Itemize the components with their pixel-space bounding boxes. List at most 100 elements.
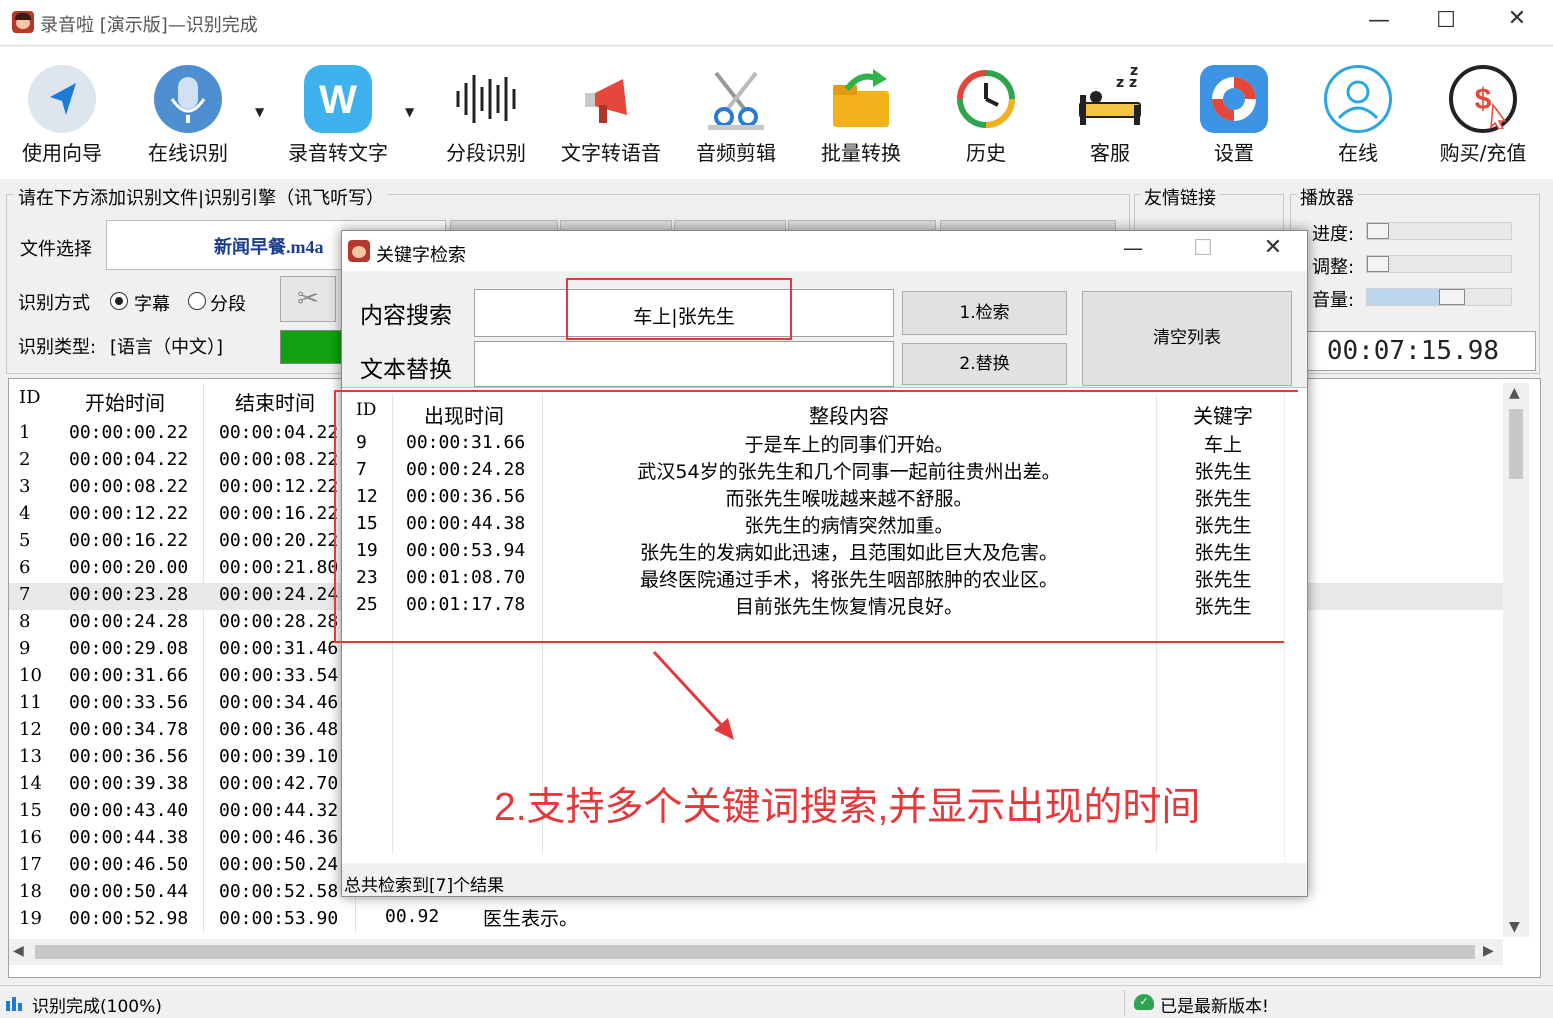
table-row[interactable]: 19 00:00:52.98 00:00:53.90: [9, 907, 1503, 934]
file-select-label: 文件选择: [20, 239, 92, 260]
dialog-minimize-icon[interactable]: —: [1110, 236, 1156, 260]
scissors-icon: [702, 65, 770, 133]
scroll-up-icon[interactable]: ▲: [1509, 385, 1520, 401]
toolbar-history-button[interactable]: 历史: [926, 47, 1046, 179]
grid-header-id: ID: [19, 387, 41, 408]
adjust-slider-thumb[interactable]: [1367, 256, 1389, 272]
row-start-time: 00:00:00.22: [69, 422, 189, 443]
row-id: 19: [19, 908, 42, 929]
horizontal-scroll-thumb[interactable]: [35, 945, 1475, 959]
vertical-scrollbar[interactable]: ▲ ▼: [1503, 383, 1529, 937]
recognition-progress-bar: [280, 330, 350, 364]
links-title: 友情链接: [1140, 184, 1220, 210]
row-start-time: 00:00:23.28: [69, 584, 189, 605]
svg-text:z: z: [1130, 65, 1138, 79]
scroll-left-icon[interactable]: ◀: [13, 943, 24, 959]
row-id: 14: [19, 773, 42, 794]
status-left-text: 识别完成(100%): [32, 997, 162, 1017]
toolbar-service-button[interactable]: z zz 客服: [1050, 47, 1170, 179]
row-start-time: 00:00:44.38: [69, 827, 189, 848]
vertical-scroll-thumb[interactable]: [1509, 409, 1523, 479]
mode-segment-label: 分段: [210, 294, 246, 315]
w-logo-icon: W: [304, 65, 372, 133]
annotation-arrow: [652, 650, 734, 740]
grid-header-end: 结束时间: [235, 391, 315, 415]
dialog-title: 关键字检索: [376, 245, 466, 266]
close-icon[interactable]: ✕: [1494, 6, 1540, 31]
volume-fill: [1367, 289, 1439, 305]
toolbar-online-button[interactable]: 在线: [1298, 47, 1418, 179]
dialog-close-icon[interactable]: ✕: [1250, 235, 1296, 260]
horizontal-scrollbar[interactable]: ◀ ▶: [9, 939, 1503, 965]
audio-to-text-dropdown-icon[interactable]: ▼: [405, 105, 414, 119]
dialog-maximize-icon[interactable]: ☐: [1180, 236, 1226, 261]
row-start-time: 00:00:16.22: [69, 530, 189, 551]
row-end-time: 00:00:53.90: [219, 908, 339, 929]
row-id: 16: [19, 827, 42, 848]
toolbar-text-to-speech-button[interactable]: 文字转语音: [551, 47, 671, 179]
replace-input[interactable]: [474, 341, 894, 387]
row-id: 15: [19, 800, 42, 821]
row-start-time: 00:00:34.78: [69, 719, 189, 740]
replace-button[interactable]: 2.替换: [902, 343, 1067, 385]
progress-label: 进度:: [1312, 224, 1355, 245]
row-start-time: 00:00:12.22: [69, 503, 189, 524]
sleeping-bed-icon: z zz: [1076, 63, 1144, 133]
row-end-time: 00:00:21.80: [219, 557, 339, 578]
scroll-right-icon[interactable]: ▶: [1483, 943, 1494, 959]
row-start-time: 00:00:46.50: [69, 854, 189, 875]
row-end-time: 00:00:04.22: [219, 422, 339, 443]
toolbar-settings-button[interactable]: 设置: [1174, 47, 1294, 179]
keyword-results-list[interactable]: ID 出现时间 整段内容 关键字 9 00:00:31.66 于是车上的同事们开始。…: [334, 387, 1307, 863]
toolbar-batch-convert-button[interactable]: 批量转换: [801, 47, 921, 179]
toolbar-online-recognition-button[interactable]: 在线识别: [128, 47, 248, 179]
row-id: 13: [19, 746, 42, 767]
player-title: 播放器: [1296, 184, 1358, 210]
search-button[interactable]: 1.检索: [902, 291, 1067, 335]
mode-subtitle-label: 字幕: [134, 294, 170, 315]
player-time-display: 00:07:15.98: [1300, 331, 1536, 371]
waveform-icon: [452, 65, 520, 133]
annotation-text: 2.支持多个关键词搜索,并显示出现的时间: [494, 786, 1201, 829]
window-title: 录音啦 [演示版]—识别完成: [40, 15, 258, 36]
keyword-search-dialog: 关键字检索 — ☐ ✕ 内容搜索 车上|张先生 文本替换 1.检索 2.替换 清…: [334, 230, 1308, 897]
volume-slider-thumb[interactable]: [1439, 289, 1465, 305]
tools-icon[interactable]: ✂: [280, 276, 336, 322]
bar-chart-icon: [6, 995, 26, 1011]
toolbar-purchase-button[interactable]: $ 购买/充值: [1423, 47, 1543, 179]
row-end-time: 00:00:36.48: [219, 719, 339, 740]
row-start-time: 00:00:20.00: [69, 557, 189, 578]
mode-subtitle-radio[interactable]: [110, 292, 128, 310]
clear-list-button[interactable]: 清空列表: [1082, 291, 1292, 386]
microphone-icon: [154, 65, 222, 133]
cloud-check-icon: ✓: [1134, 994, 1154, 1010]
toolbar-guide-button[interactable]: 使用向导: [2, 47, 122, 179]
scroll-down-icon[interactable]: ▼: [1509, 919, 1520, 935]
minimize-icon[interactable]: —: [1356, 8, 1402, 33]
online-recognition-dropdown-icon[interactable]: ▼: [255, 105, 264, 119]
row-start-time: 00:00:39.38: [69, 773, 189, 794]
row-start-time: 00:00:52.98: [69, 908, 189, 929]
row-start-time: 00:00:50.44: [69, 881, 189, 902]
toolbar-segment-recognition-button[interactable]: 分段识别: [426, 47, 546, 179]
row-end-time: 00:00:16.22: [219, 503, 339, 524]
progress-slider-thumb[interactable]: [1367, 223, 1389, 239]
row-id: 2: [19, 449, 31, 470]
toolbar-audio-to-text-button[interactable]: W 录音转文字: [278, 47, 398, 179]
dialog-title-bar: 关键字检索 — ☐ ✕: [342, 231, 1307, 271]
adjust-slider[interactable]: [1366, 255, 1512, 273]
status-bar: 识别完成(100%) ✓ 已是最新版本!: [0, 985, 1553, 1018]
dialog-logo-icon: [348, 240, 370, 262]
dollar-coin-icon: $: [1449, 65, 1517, 133]
results-scrollbar-track: [1284, 392, 1306, 862]
status-divider: [1124, 990, 1125, 1016]
row-id: 9: [19, 638, 31, 659]
row-start-time: 00:00:24.28: [69, 611, 189, 632]
row-id: 8: [19, 611, 31, 632]
progress-slider[interactable]: [1366, 222, 1512, 240]
row-id: 7: [19, 584, 31, 605]
toolbar-audio-editing-button[interactable]: 音频剪辑: [676, 47, 796, 179]
mode-segment-radio[interactable]: [188, 292, 206, 310]
volume-slider[interactable]: [1366, 288, 1512, 306]
maximize-icon[interactable]: ☐: [1423, 8, 1469, 33]
